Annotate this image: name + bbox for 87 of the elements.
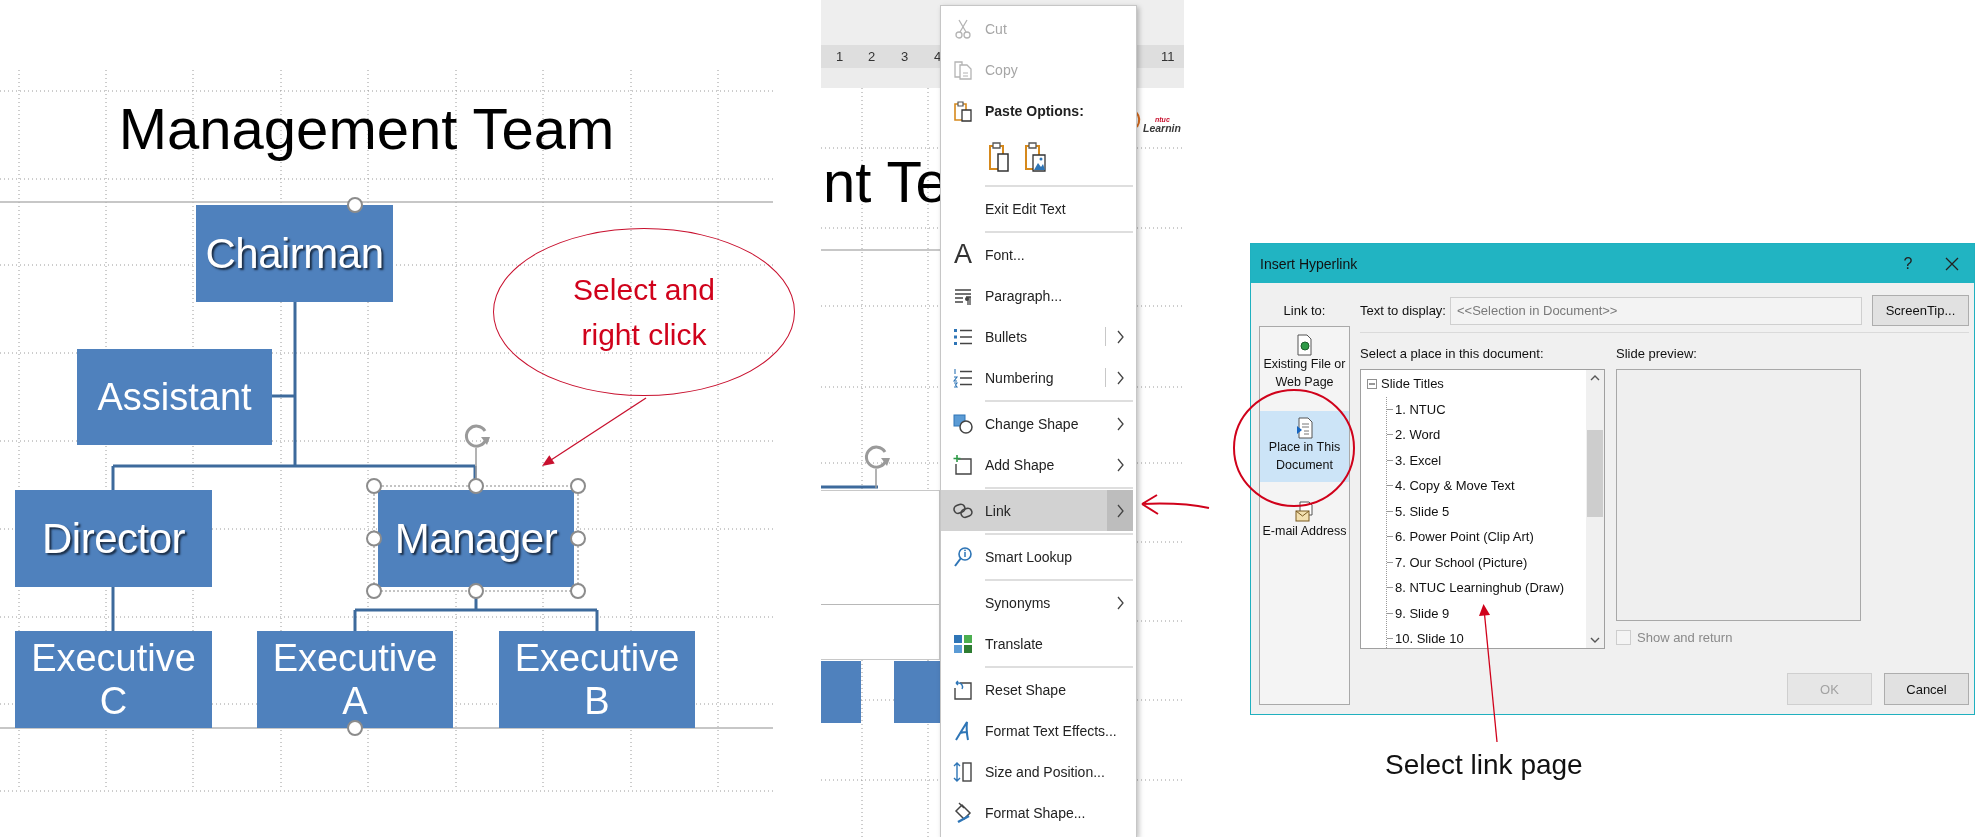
tree-list[interactable]: Slide Titles 1. NTUC 2. Word 3. Excel 4. Copy & Move Text 5. Slide 5 6. Power Point (Clip Art) 7. Our School (Picture) 8. NTUC Learninghub (Draw) 9. Slide 9 10. Slide 10 (1360, 369, 1605, 649)
clipboard-icon[interactable] (987, 141, 1011, 173)
resize-handle[interactable] (347, 197, 363, 213)
rotate-handle-icon[interactable] (464, 424, 490, 480)
menu-item[interactable]: Link (941, 490, 1133, 531)
link-type-label: Existing File or Web Page (1262, 356, 1347, 391)
document-icon (1295, 334, 1314, 356)
menu-item[interactable]: Format Shape... (941, 792, 1133, 833)
resize-handle[interactable] (347, 720, 363, 736)
reset-shape-icon (952, 678, 974, 701)
email-icon (1295, 501, 1314, 523)
field-label: Slide preview: (1616, 346, 1698, 362)
connector-line (111, 587, 115, 631)
scrollbar[interactable] (1586, 370, 1604, 648)
resize-handle[interactable] (570, 478, 586, 494)
pointer-arrow (1141, 494, 1210, 515)
link-type-label: E-mail Address (1262, 523, 1347, 540)
rotate-handle-icon[interactable] (864, 445, 890, 489)
resize-icon (952, 760, 974, 783)
chart-node[interactable]: Executive C (15, 631, 212, 728)
resize-handle[interactable] (570, 583, 586, 599)
help-button[interactable]: ? (1883, 254, 1933, 273)
chart-node[interactable]: Director (15, 490, 212, 587)
add-shape-icon (952, 453, 974, 476)
checkbox-label: Show and return (1637, 629, 1733, 645)
link-type-button[interactable]: E-mail Address (1260, 498, 1349, 545)
field-label: Link to: (1283, 303, 1326, 318)
window-title: Insert Hyperlink (1260, 255, 1359, 272)
chart-node[interactable]: Assistant (77, 349, 272, 445)
font-icon: A (954, 241, 972, 268)
ruler-number: 3 (901, 49, 909, 64)
resize-handle[interactable] (366, 530, 382, 547)
menu-item[interactable]: Smart Lookup (941, 536, 1133, 577)
clipboard-icon (952, 99, 974, 122)
link-type-label: Place in This Document (1267, 439, 1342, 474)
ruler-number: 11 (1161, 49, 1175, 64)
screentip-button[interactable]: ScreenTip... (1872, 295, 1969, 326)
menu-item[interactable]: Reset Shape (941, 669, 1133, 710)
ruler-number: 1 (836, 49, 844, 64)
chart-node[interactable]: Executive A (257, 631, 453, 728)
ruler-number: 2 (868, 49, 876, 64)
paint-bucket-icon (952, 801, 974, 824)
resize-handle[interactable] (468, 478, 484, 494)
connector-line (821, 485, 878, 489)
link-type-button[interactable]: Existing File or Web Page (1260, 331, 1349, 395)
chart-node[interactable]: Manager (378, 490, 574, 587)
collapse-icon[interactable] (1367, 378, 1377, 389)
menu-item[interactable]: Change Shape (941, 403, 1133, 444)
tree-item[interactable]: Slide Titles (1361, 371, 1586, 397)
chart-node[interactable] (894, 661, 941, 723)
resize-handle[interactable] (468, 583, 484, 599)
menu-item[interactable]: A Font... (941, 234, 1133, 275)
resize-handle[interactable] (366, 478, 382, 494)
resize-handle[interactable] (366, 583, 382, 599)
close-icon[interactable] (1945, 256, 1959, 271)
search-icon (952, 545, 974, 568)
numbered-list-icon (952, 366, 974, 389)
clipboard-picture-icon[interactable] (1023, 141, 1047, 173)
menu-heading: Paste Options: (985, 102, 1085, 119)
menu-item[interactable]: Numbering (941, 357, 1133, 398)
menu-item[interactable]: Add Shape (941, 444, 1133, 485)
ruler-number: 4 (934, 49, 942, 64)
scrollbar-thumb[interactable] (1587, 430, 1603, 517)
menu-item[interactable]: Translate (941, 623, 1133, 664)
menu-item[interactable]: Synonyms (941, 582, 1133, 623)
copy-icon (952, 58, 974, 81)
scissors-icon (952, 17, 974, 40)
resize-handle[interactable] (570, 530, 586, 547)
caption-text: Select link page (1385, 749, 1583, 781)
field-label: Text to display: (1360, 303, 1446, 318)
menu-item[interactable]: Paragraph... (941, 275, 1133, 316)
menu-item[interactable]: Exit Edit Text (941, 188, 1133, 229)
shapes-icon (952, 412, 974, 435)
scroll-up-icon[interactable] (1590, 374, 1600, 382)
field-label: Select a place in this document: (1360, 346, 1545, 362)
chart-node[interactable]: Executive B (499, 631, 695, 728)
menu-item[interactable]: Format Text Effects... (941, 710, 1133, 751)
menu-item[interactable]: Bullets (941, 316, 1133, 357)
menu-item[interactable]: Size and Position... (941, 751, 1133, 792)
translate-icon (952, 632, 974, 655)
link-type-button[interactable]: Place in This Document (1260, 411, 1349, 482)
chart-node[interactable]: Chairman (196, 205, 393, 302)
scroll-down-icon[interactable] (1590, 636, 1600, 644)
chart-node[interactable] (821, 661, 861, 723)
dialog-button[interactable]: Cancel (1884, 673, 1969, 705)
logo-text: Learnin (1143, 123, 1181, 134)
place-icon (1295, 417, 1314, 439)
